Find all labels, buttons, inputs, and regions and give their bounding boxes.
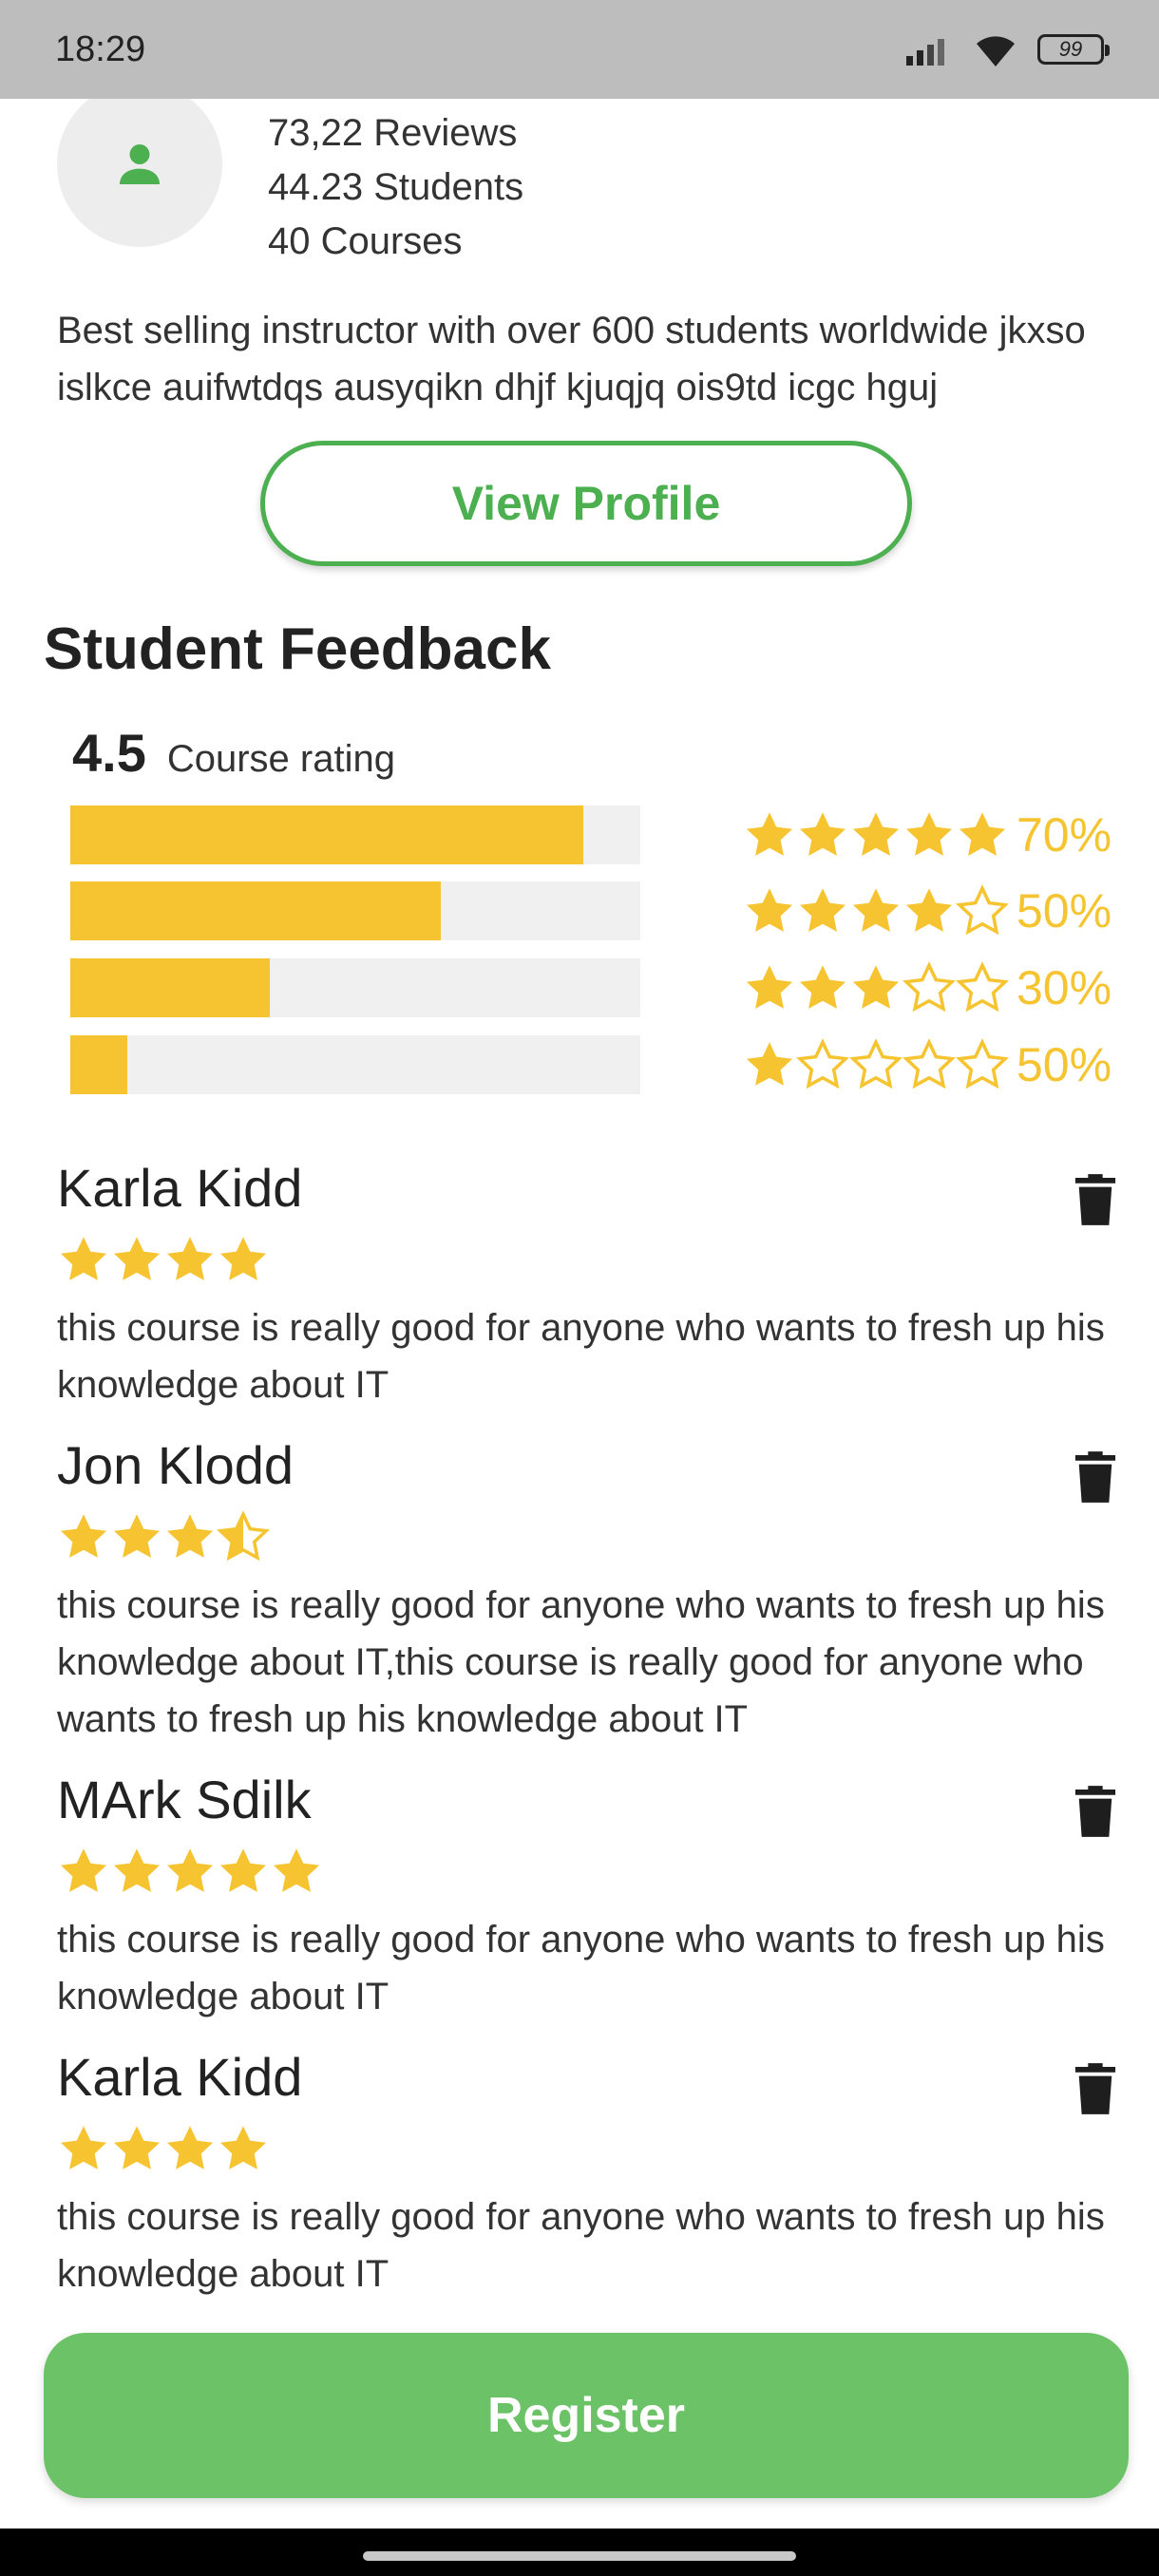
status-time: 18:29 [55,28,146,69]
register-button[interactable]: Register [44,2333,1129,2498]
person-icon [120,144,160,184]
rating-bar-fill [70,1035,127,1094]
trash-icon[interactable] [1074,1172,1117,1227]
star-icon [113,1237,161,1280]
star-icon [746,1042,793,1086]
course-rating-value: 4.5 [72,723,146,783]
star-icon [799,812,846,856]
rating-bar-row: 70% [70,805,1115,864]
rating-bar-fill [70,881,441,940]
star-icon [746,888,793,932]
instructor-stats: 73,22 Reviews 44.23 Students 40 Courses [268,106,523,269]
review-item: MArk Sdilk this course is really good for… [57,1767,1121,2025]
star-icon [902,1038,956,1089]
star-icon [796,1038,849,1089]
review-stars [57,1845,1121,1898]
avatar [57,99,222,247]
star-icon [166,1848,214,1892]
star-icon [852,812,900,856]
star-icon [60,2126,107,2169]
star-icon [905,888,953,932]
rating-bar-track [70,1035,640,1094]
signal-icon [906,39,944,66]
rating-bar-stars [743,805,1009,864]
rating-bar-track [70,958,640,1017]
rating-bar-percent: 50% [1016,884,1112,938]
instructor-bio: Best selling instructor with over 600 st… [57,310,1086,408]
star-icon [956,884,1009,936]
review-item: Karla Kidd this course is really good for… [57,1155,1121,1413]
star-icon [113,1848,161,1892]
review-stars [57,2122,1121,2175]
star-icon [956,1038,1009,1089]
rating-bar-percent: 70% [1016,808,1112,862]
battery-icon: 99 [1037,34,1110,65]
trash-icon[interactable] [1074,2061,1117,2116]
star-icon [60,1514,107,1558]
rating-bar-stars [743,958,1009,1017]
review-item: Jon Klodd this course is really good for … [57,1432,1121,1748]
reviewer-name: Karla Kidd [57,2047,303,2107]
review-text: this course is really good for anyone wh… [57,2196,1105,2295]
star-icon [166,2126,214,2169]
star-icon [799,965,846,1009]
course-rating-label: Course rating [166,738,395,780]
status-icons: 99 [904,30,1110,68]
star-icon [166,1514,214,1558]
wifi-icon [977,36,1015,66]
rating-bar-percent: 50% [1016,1038,1112,1091]
star-icon [905,812,953,856]
view-profile-button[interactable]: View Profile [260,441,912,566]
review-text: this course is really good for anyone wh… [57,1307,1105,1406]
rating-bar-stars [743,881,1009,940]
reviewer-name: Karla Kidd [57,1158,303,1218]
section-title: Student Feedback [44,616,551,682]
courses-count: 40 Courses [268,220,463,262]
reviewer-name: MArk Sdilk [57,1770,312,1829]
rating-bar-percent: 30% [1016,961,1112,1014]
star-icon [959,812,1006,856]
star-icon [746,965,793,1009]
rating-summary: 4.5 Course rating [72,722,395,784]
star-icon [217,1510,270,1562]
star-icon [219,2126,267,2169]
trash-icon[interactable] [1074,1784,1117,1839]
reviewer-name: Jon Klodd [57,1435,294,1495]
rating-bar-fill [70,805,583,864]
star-icon [166,1237,214,1280]
review-stars [57,1233,1121,1286]
review-item: Karla Kidd this course is really good for… [57,2044,1121,2302]
star-icon [956,961,1009,1013]
rating-bar-row: 30% [70,958,1115,1017]
rating-bar-stars [743,1035,1009,1094]
rating-bar-row: 50% [70,1035,1115,1094]
review-stars [57,1510,1121,1563]
star-icon [902,961,956,1013]
trash-icon[interactable] [1074,1449,1117,1505]
reviews-count: 73,22 Reviews [268,112,518,154]
star-icon [852,965,900,1009]
review-text: this course is really good for anyone wh… [57,1584,1105,1740]
rating-bar-track [70,805,640,864]
star-icon [60,1848,107,1892]
star-icon [113,2126,161,2169]
rating-bar-fill [70,958,270,1017]
status-bar: 18:29 99 [0,0,1159,99]
rating-bar-track [70,881,640,940]
review-text: this course is really good for anyone wh… [57,1919,1105,2017]
star-icon [849,1038,902,1089]
star-icon [60,1237,107,1280]
star-icon [219,1848,267,1892]
star-icon [113,1514,161,1558]
rating-bar-row: 50% [70,881,1115,940]
avatar-clip [0,99,1159,289]
star-icon [799,888,846,932]
students-count: 44.23 Students [268,166,524,208]
star-icon [219,1237,267,1280]
home-handle[interactable] [363,2551,796,2561]
star-icon [746,812,793,856]
star-icon [273,1848,320,1892]
navigation-bar [0,2529,1159,2576]
star-icon [852,888,900,932]
